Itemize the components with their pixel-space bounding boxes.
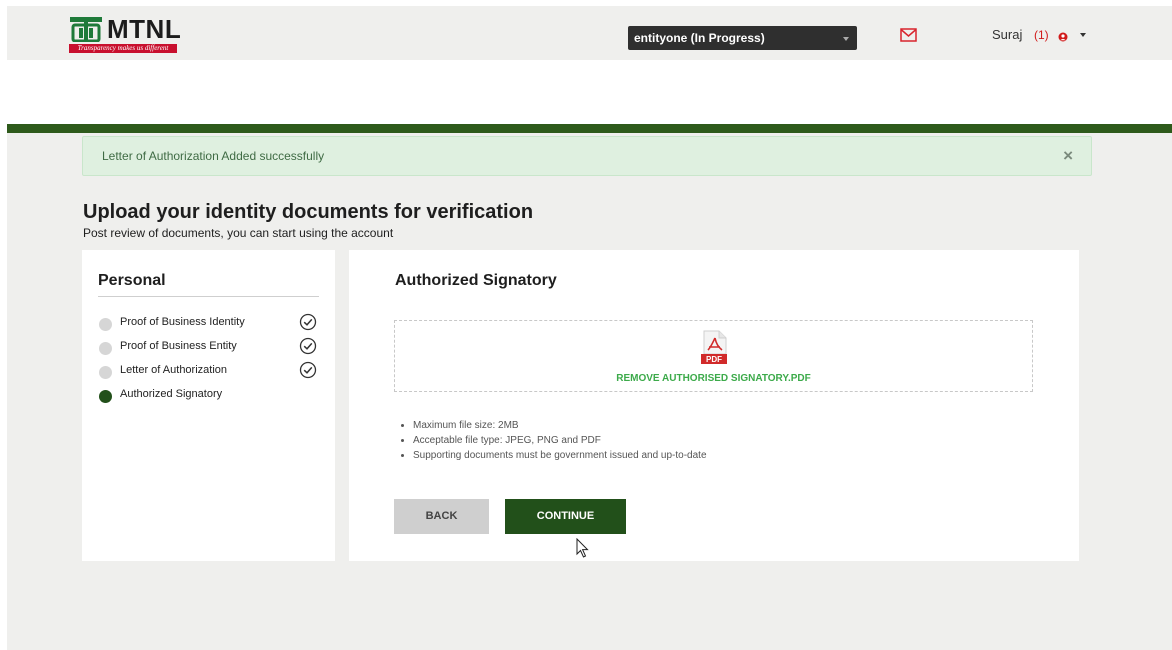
mtnl-logo-icon — [70, 17, 102, 42]
brand-tagline: Transparency makes us different — [69, 44, 177, 53]
brand-name: MTNL — [107, 14, 182, 44]
mtnl-logo[interactable]: MTNL Transparency makes us different — [67, 14, 182, 54]
steps-panel: Personal Proof of Business Identity Proo… — [82, 250, 335, 561]
section-heading: Authorized Signatory — [395, 272, 557, 289]
upload-panel: Authorized Signatory PDF REMOVE AUTHORIS… — [349, 250, 1079, 561]
step-proof-of-business-entity[interactable]: Proof of Business Entity — [98, 337, 323, 357]
step-label: Letter of Authorization — [120, 364, 228, 376]
step-status-dot — [99, 318, 112, 331]
entity-select[interactable]: entityone (In Progress) — [628, 26, 857, 50]
pdf-badge: PDF — [706, 355, 722, 364]
check-circle-icon — [299, 361, 317, 379]
user-avatar-icon — [1058, 30, 1068, 42]
steps-heading: Personal — [98, 272, 166, 289]
mail-icon[interactable] — [900, 28, 917, 42]
close-icon[interactable]: × — [1063, 146, 1073, 166]
chevron-down-icon — [843, 37, 849, 41]
mouse-cursor-icon — [576, 538, 589, 558]
user-menu-chevron-icon — [1079, 32, 1086, 37]
list-item: Maximum file size: 2MB — [413, 418, 707, 433]
brand-divider — [7, 124, 1172, 133]
list-item: Supporting documents must be government … — [413, 448, 707, 463]
step-label: Proof of Business Identity — [120, 316, 245, 328]
entity-select-value: entityone (In Progress) — [634, 31, 765, 45]
app-frame: MTNL Transparency makes us different ent… — [7, 6, 1172, 650]
user-menu[interactable]: Suraj (1) — [992, 26, 1086, 42]
divider — [98, 296, 319, 297]
page-subtitle: Post review of documents, you can start … — [83, 226, 394, 240]
check-circle-icon — [299, 313, 317, 331]
upload-rules-list: Maximum file size: 2MB Acceptable file t… — [401, 418, 707, 463]
user-name: Suraj — [992, 27, 1023, 43]
file-dropzone[interactable]: PDF REMOVE AUTHORISED SIGNATORY.PDF — [394, 320, 1033, 392]
step-label: Proof of Business Entity — [120, 340, 237, 352]
notification-count: (1) — [1033, 27, 1049, 42]
step-proof-of-business-identity[interactable]: Proof of Business Identity — [98, 313, 323, 333]
back-button[interactable]: BACK — [394, 499, 489, 534]
header-spacer — [7, 60, 1172, 124]
alert-message: Letter of Authorization Added successful… — [102, 149, 325, 163]
page-title: Upload your identity documents for verif… — [83, 201, 534, 223]
success-alert: Letter of Authorization Added successful… — [82, 136, 1092, 176]
step-status-dot — [99, 390, 112, 403]
step-status-dot — [99, 342, 112, 355]
check-circle-icon — [299, 337, 317, 355]
continue-button[interactable]: CONTINUE — [505, 499, 626, 534]
remove-file-link[interactable]: REMOVE AUTHORISED SIGNATORY.PDF — [395, 373, 1032, 384]
top-header: MTNL Transparency makes us different ent… — [7, 6, 1172, 60]
pdf-file-icon: PDF — [701, 330, 727, 364]
step-letter-of-authorization[interactable]: Letter of Authorization — [98, 361, 323, 381]
step-authorized-signatory[interactable]: Authorized Signatory — [98, 385, 323, 405]
step-label: Authorized Signatory — [120, 388, 223, 400]
step-status-dot — [99, 366, 112, 379]
list-item: Acceptable file type: JPEG, PNG and PDF — [413, 433, 707, 448]
